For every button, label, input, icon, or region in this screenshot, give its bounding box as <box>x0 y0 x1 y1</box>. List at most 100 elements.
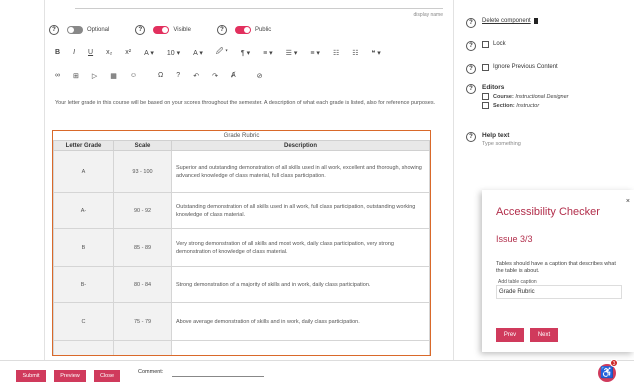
description-cell: Superior and outstanding demonstration o… <box>171 150 430 193</box>
link-icon[interactable]: ∞ <box>55 72 60 79</box>
submit-button[interactable]: Submit <box>16 370 46 382</box>
table-row: C 75 - 79 Above average demonstration of… <box>53 302 430 341</box>
scale-cell: 75 - 79 <box>113 302 172 341</box>
font-family-dropdown[interactable]: A ▾ <box>144 49 154 57</box>
table-row: B- 80 - 84 Strong demonstration of a maj… <box>53 266 430 303</box>
undo-icon[interactable]: ↶ <box>193 72 199 80</box>
prev-button[interactable]: Prev <box>496 328 524 342</box>
help-text-section: ? Help text Type something <box>466 132 521 147</box>
toolbar-row-2: ∞ ⊞ ▷ ▦ ☺ Ω ? ↶ ↷ Ⱥ ⊘ <box>55 69 427 82</box>
ignore-previous-label: Ignore Previous Content <box>493 64 558 70</box>
accessibility-fab-button[interactable]: ♿ 3 <box>598 359 618 382</box>
scale-cell: 90 - 92 <box>113 192 172 229</box>
caption-input[interactable]: Grade Rubric <box>496 285 622 299</box>
ignore-previous-checkbox[interactable] <box>482 64 489 71</box>
preview-button[interactable]: Preview <box>54 370 86 382</box>
bullet-list-dropdown[interactable]: ☰ ▾ <box>286 49 298 57</box>
clear-format-icon[interactable]: Ⱥ <box>231 72 236 79</box>
align-dropdown[interactable]: ≡ ▾ <box>263 49 273 57</box>
optional-switch[interactable] <box>67 26 83 34</box>
underline-button[interactable]: U <box>88 49 93 56</box>
section-checkbox[interactable] <box>482 102 489 109</box>
info-icon: ? <box>466 84 476 94</box>
comment-input[interactable] <box>172 376 264 377</box>
table-icon[interactable]: ▦ <box>110 72 117 80</box>
grade-cell <box>53 340 114 355</box>
visible-switch[interactable] <box>153 26 170 34</box>
public-switch[interactable] <box>234 26 251 34</box>
trash-icon[interactable] <box>533 18 538 24</box>
description-cell: Above average demonstration of skills an… <box>171 302 430 341</box>
public-label: Public <box>254 27 272 33</box>
info-icon: ? <box>49 25 59 35</box>
course-value: Instructional Designer <box>515 93 569 100</box>
info-icon: ? <box>216 25 227 35</box>
text-color-dropdown[interactable]: A ▾ <box>193 49 203 57</box>
subscript-button[interactable]: x₂ <box>106 49 112 56</box>
course-checkbox[interactable] <box>482 93 489 100</box>
indent-button[interactable]: ☷ <box>352 49 358 57</box>
lock-checkbox[interactable] <box>482 41 489 48</box>
lock-label: Lock <box>493 41 506 47</box>
grade-rubric-table-frame[interactable]: Grade Rubric Letter Grade Scale Descript… <box>52 130 431 356</box>
comment-label: Comment: <box>138 369 164 375</box>
accessibility-checker-panel: × Accessibility Checker Issue 3/3 Tables… <box>482 190 634 352</box>
toggle-visible[interactable]: ? Visible <box>135 25 191 35</box>
bold-button[interactable]: B <box>55 49 60 56</box>
issue-count-badge: 3 <box>610 359 618 367</box>
issue-counter: Issue 3/3 <box>496 234 533 244</box>
description-cell: Very strong demonstration of all skills … <box>171 228 430 267</box>
table-header-row: Letter Grade Scale Description <box>53 140 430 151</box>
numbered-list-dropdown[interactable]: ≡ ▾ <box>310 49 320 57</box>
description-cell: Strong demonstration of a majority of sk… <box>171 266 430 303</box>
image-icon[interactable]: ⊞ <box>73 72 79 80</box>
table-row: A- 90 - 92 Outstanding demonstration of … <box>53 192 430 229</box>
special-char-icon[interactable]: Ω <box>158 72 163 79</box>
emoji-icon[interactable]: ☺ <box>130 72 137 79</box>
editors-section: ? Editors Course: Instructional Designer… <box>466 84 569 109</box>
media-icon[interactable]: ▷ <box>92 72 97 80</box>
help-text-heading: Help text <box>482 132 510 139</box>
optional-label: Optional <box>87 27 110 33</box>
course-label: Course: <box>493 93 514 100</box>
accessibility-check-icon[interactable]: ⊘ <box>257 72 263 80</box>
section-label: Section: <box>493 102 515 109</box>
grade-cell: A <box>53 150 114 193</box>
body-paragraph[interactable]: Your letter grade in this course will be… <box>55 99 445 107</box>
col-header-description: Description <box>171 140 430 151</box>
info-icon: ? <box>466 64 476 74</box>
toggle-public[interactable]: ? Public <box>216 25 272 35</box>
quote-dropdown[interactable]: ❝ ▾ <box>372 49 381 57</box>
description-cell: Outstanding demonstration of all skills … <box>171 192 430 229</box>
next-button[interactable]: Next <box>530 328 558 342</box>
grade-cell: B <box>53 228 114 267</box>
grade-rubric-table[interactable]: Grade Rubric Letter Grade Scale Descript… <box>53 131 430 355</box>
editors-heading: Editors <box>482 84 505 91</box>
toolbar-row-1: B I U x₂ x² A ▾ 10 ▾ A ▾ 🖉 ▾ ¶ ▾ ≡ ▾ ☰ ▾… <box>55 46 427 59</box>
close-button[interactable]: Close <box>94 370 120 382</box>
scale-cell: 80 - 84 <box>113 266 172 303</box>
redo-icon[interactable]: ↷ <box>212 72 218 80</box>
grade-cell: B- <box>53 266 114 303</box>
display-name-label: display name <box>413 12 443 18</box>
outdent-button[interactable]: ☷ <box>333 49 339 57</box>
help-text-input[interactable]: Type something <box>482 141 521 147</box>
formatting-toolbar: B I U x₂ x² A ▾ 10 ▾ A ▾ 🖉 ▾ ¶ ▾ ≡ ▾ ☰ ▾… <box>55 46 427 92</box>
ignore-previous-row: ? Ignore Previous Content <box>466 64 558 74</box>
grade-cell: A- <box>53 192 114 229</box>
font-size-dropdown[interactable]: 10 ▾ <box>167 49 180 57</box>
display-name-field[interactable] <box>75 8 443 9</box>
superscript-button[interactable]: x² <box>125 49 131 56</box>
italic-button[interactable]: I <box>73 49 75 56</box>
scale-cell: 93 - 100 <box>113 150 172 193</box>
close-icon[interactable]: × <box>626 198 630 205</box>
delete-component-link[interactable]: Delete component <box>482 18 531 24</box>
delete-component-row: ? Delete component <box>466 18 538 28</box>
visible-label: Visible <box>173 27 191 33</box>
highlight-dropdown[interactable]: 🖉 ▾ <box>216 47 228 58</box>
scale-cell: 85 - 89 <box>113 228 172 267</box>
help-icon[interactable]: ? <box>176 72 180 79</box>
table-row <box>53 340 430 355</box>
paragraph-dropdown[interactable]: ¶ ▾ <box>241 49 250 57</box>
toggle-optional[interactable]: ? Optional <box>49 25 109 35</box>
